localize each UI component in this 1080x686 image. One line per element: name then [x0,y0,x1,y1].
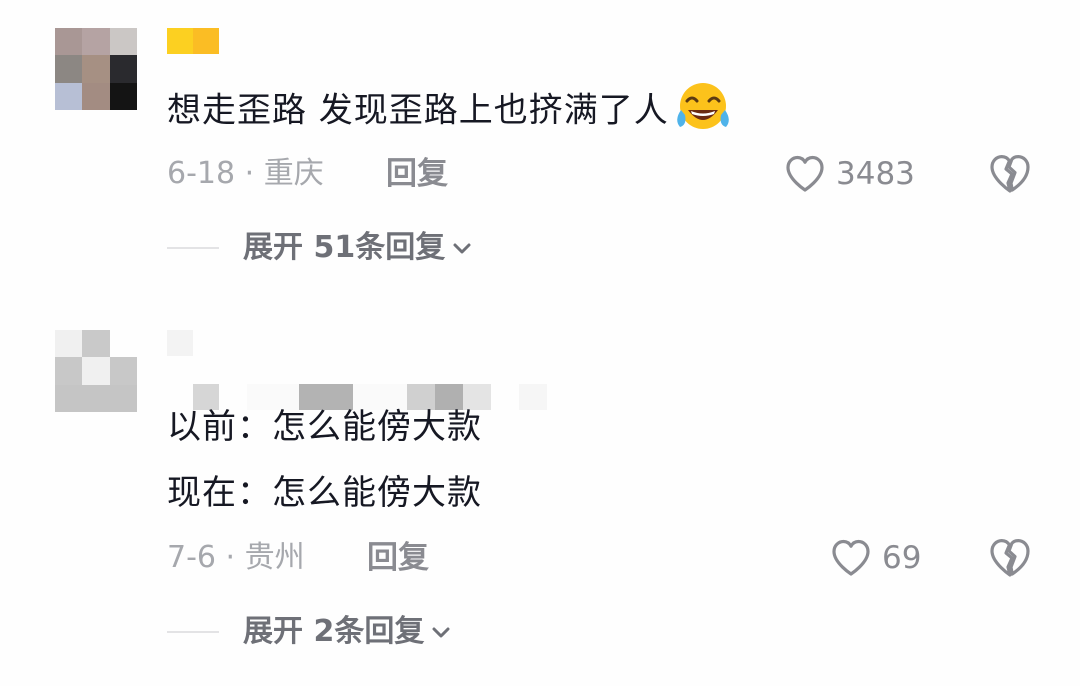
chevron-down-icon [453,243,471,254]
comment-date-location: 7-6 · 贵州 [167,540,305,575]
tears-of-joy-emoji-icon [677,83,729,129]
comment-text-line: 以前：怎么能傍大款 [167,407,482,447]
expand-replies-label: 展开 51条回复 [243,230,446,265]
comment-text: 想走歪路 发现歪路上也挤满了人 [167,83,733,138]
avatar[interactable] [55,330,137,412]
comment-date-location: 6-18 · 重庆 [167,156,324,191]
avatar[interactable] [55,28,137,110]
comment-item: 想走歪路 发现歪路上也挤满了人 6-18 · 重庆 回复 3483 展开 51条… [0,0,1080,290]
expand-replies[interactable]: 展开 51条回复 [167,228,473,268]
heart-outline-icon [832,539,870,576]
broken-heart-icon [990,539,1030,577]
username-redacted[interactable] [167,28,219,54]
dislike-button[interactable] [988,537,1032,579]
reply-button[interactable]: 回复 [367,538,429,578]
like-count: 69 [882,540,922,576]
broken-heart-icon [990,155,1030,193]
like-button[interactable]: 3483 [784,154,915,194]
username-redacted[interactable] [167,330,547,410]
heart-outline-icon [786,155,824,192]
divider-line [167,631,219,633]
reply-button[interactable]: 回复 [386,154,448,194]
like-button[interactable]: 69 [830,538,921,578]
like-count: 3483 [836,156,915,192]
expand-replies[interactable]: 展开 2条回复 [167,612,452,652]
expand-replies-label: 展开 2条回复 [243,614,425,649]
dislike-button[interactable] [988,153,1032,195]
chevron-down-icon [432,627,450,638]
divider-line [167,247,219,249]
comment-item: 以前：怎么能傍大款 现在：怎么能傍大款 7-6 · 贵州 回复 69 展开 2条… [0,300,1080,686]
comment-text-line: 现在：怎么能傍大款 [167,473,482,513]
